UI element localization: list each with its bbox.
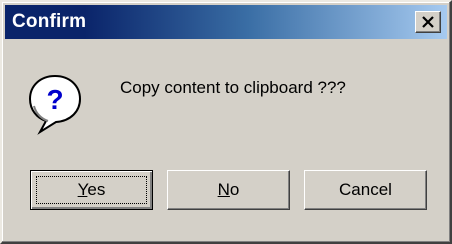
yes-button[interactable]: Yes [30, 170, 153, 210]
cancel-button[interactable]: Cancel [304, 170, 427, 210]
yes-button-label: Yes [77, 180, 106, 199]
close-button[interactable] [415, 11, 441, 33]
question-icon: ? [26, 72, 84, 136]
title-bar[interactable]: Confirm [5, 5, 447, 39]
question-glyph: ? [46, 84, 63, 115]
confirm-dialog: Confirm ? Copy content to clipboard ??? … [0, 0, 452, 244]
message-text: Copy content to clipboard ??? [120, 78, 346, 97]
close-icon [422, 16, 434, 28]
no-button-label: No [217, 180, 240, 199]
no-button[interactable]: No [167, 170, 290, 210]
window-title: Confirm [12, 11, 87, 32]
cancel-button-label: Cancel [339, 180, 392, 199]
